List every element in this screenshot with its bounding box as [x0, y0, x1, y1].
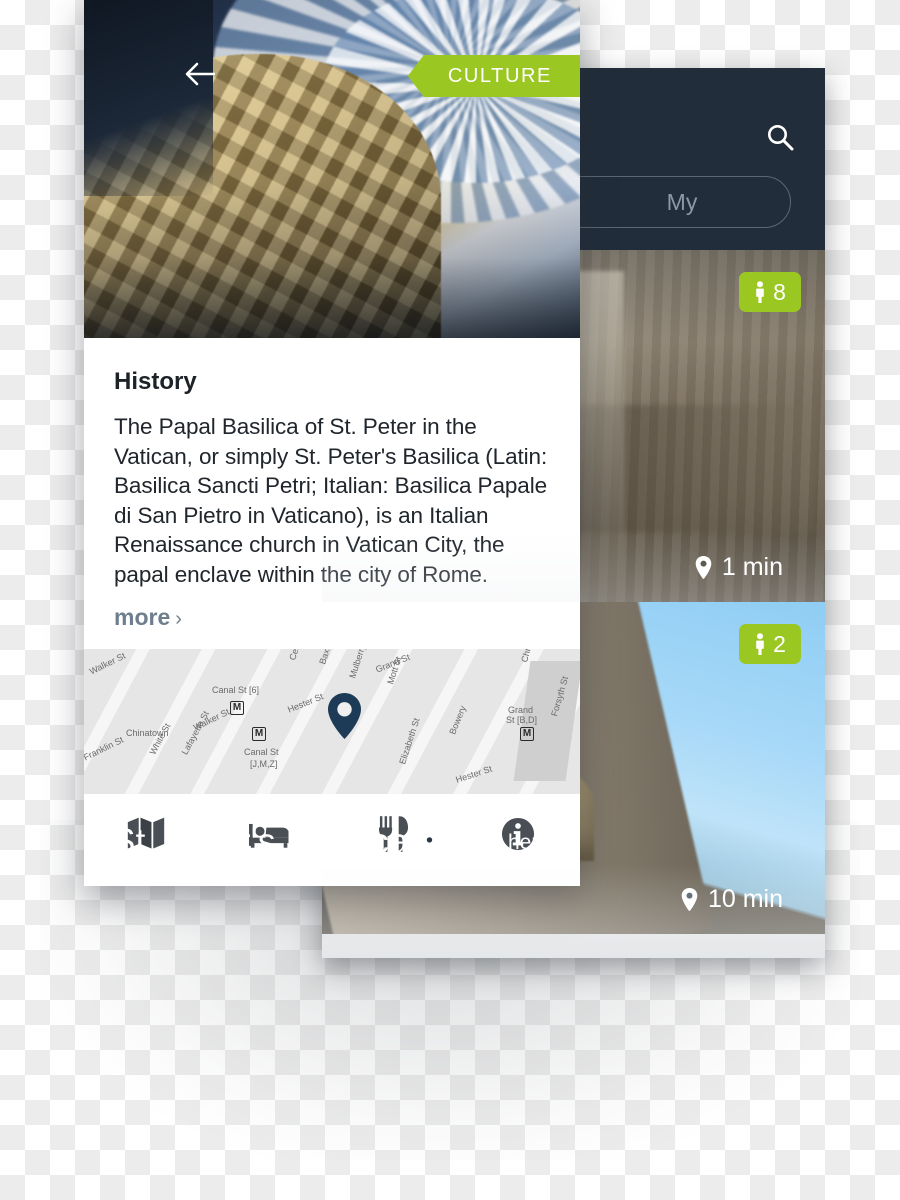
distance-value: 1 min — [721, 552, 783, 581]
hero-vignette — [84, 0, 213, 197]
segment-my[interactable]: My — [573, 177, 790, 227]
distance-label: 1 min — [322, 532, 825, 602]
rome-skyline-photo — [322, 934, 825, 958]
hero-scrim — [84, 182, 580, 338]
more-label: more — [114, 604, 171, 630]
back-arrow-icon[interactable] — [184, 58, 216, 90]
search-icon[interactable] — [765, 122, 795, 152]
location-status-label: you're here — [445, 831, 550, 854]
category-badge: CULTURE — [407, 55, 580, 97]
map-street-label: Canal St — [244, 747, 279, 757]
person-icon — [754, 633, 766, 655]
map-pin-icon — [695, 555, 712, 579]
map-pin-icon — [328, 693, 361, 739]
screenshot-canvas: tes ured My — [0, 0, 900, 1200]
map-street-label: [J,M,Z] — [250, 759, 278, 769]
map-street-label: Canal St [6] — [212, 685, 260, 695]
map-street-label: St [B,D] — [506, 715, 538, 725]
people-count-value: 2 — [773, 630, 786, 657]
mini-map[interactable]: Walker St Canal St [6] Chinatown Walker St W… — [84, 649, 580, 794]
people-count-value: 8 — [773, 278, 786, 305]
map-pin-icon — [681, 887, 698, 911]
people-count-badge: 2 — [739, 624, 801, 664]
person-icon — [754, 281, 766, 303]
page-title: St. Peter's Basilica — [112, 822, 409, 861]
section-heading: History — [114, 368, 197, 395]
list-item[interactable]: 10 — [322, 934, 825, 958]
map-subway-marker: M — [252, 727, 266, 741]
map-pin-icon — [422, 832, 437, 854]
people-count-badge: 8 — [739, 272, 801, 312]
map-street-label: Grand — [508, 705, 534, 715]
map-subway-marker: M — [230, 701, 244, 715]
location-status: you're here — [422, 831, 550, 855]
chevron-right-icon: › — [175, 608, 182, 630]
hero-image — [84, 0, 580, 338]
map-subway-marker: M — [520, 727, 534, 741]
place-detail-card: CULTURE St. Peter's Basilica you're here… — [84, 0, 580, 886]
distance-value: 10 min — [707, 884, 783, 913]
more-link[interactable]: more › — [114, 604, 182, 631]
distance-label: 10 min — [322, 864, 825, 934]
